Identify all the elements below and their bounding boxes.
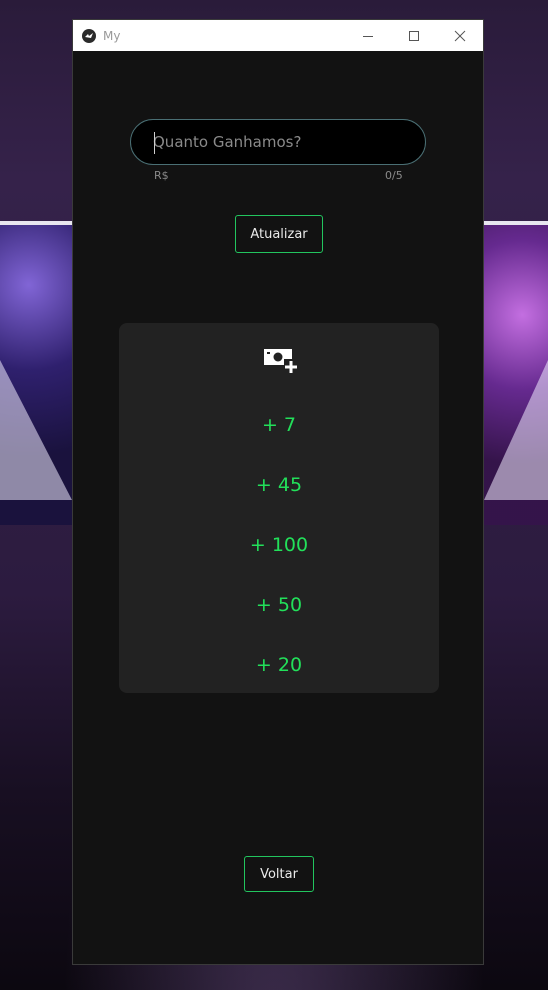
currency-hint: R$ [154,169,169,182]
update-button[interactable]: Atualizar [235,215,323,253]
earning-item: + 20 [255,654,303,676]
close-button[interactable] [437,20,483,51]
earning-item: + 50 [255,594,303,616]
app-window: My R$ 0/5 [72,19,484,965]
window-title: My [103,28,121,43]
window-controls [345,20,483,51]
earning-item: + 45 [255,474,303,496]
earnings-input[interactable] [153,120,403,164]
text-cursor [154,132,155,154]
wallpaper-triangle-left [0,360,72,500]
earning-item: + 100 [249,534,309,556]
minimize-button[interactable] [345,20,391,51]
earnings-list: + 7 + 45 + 100 + 50 + 20 [119,395,439,695]
earning-item: + 7 [261,414,297,436]
maximize-button[interactable] [391,20,437,51]
wallpaper-triangle-right [484,360,548,500]
minimize-icon [363,35,373,37]
earnings-card: + 7 + 45 + 100 + 50 + 20 [119,323,439,693]
app-logo-icon [82,28,96,43]
close-icon [454,30,466,41]
title-bar[interactable]: My [73,20,483,51]
character-counter: 0/5 [385,169,403,182]
back-button[interactable]: Voltar [244,856,314,892]
app-content: R$ 0/5 Atualizar + 7 + 45 + 100 + 50 + 2 [73,51,483,966]
money-add-icon [262,345,298,373]
earnings-field[interactable] [130,119,426,165]
maximize-icon [409,30,419,41]
